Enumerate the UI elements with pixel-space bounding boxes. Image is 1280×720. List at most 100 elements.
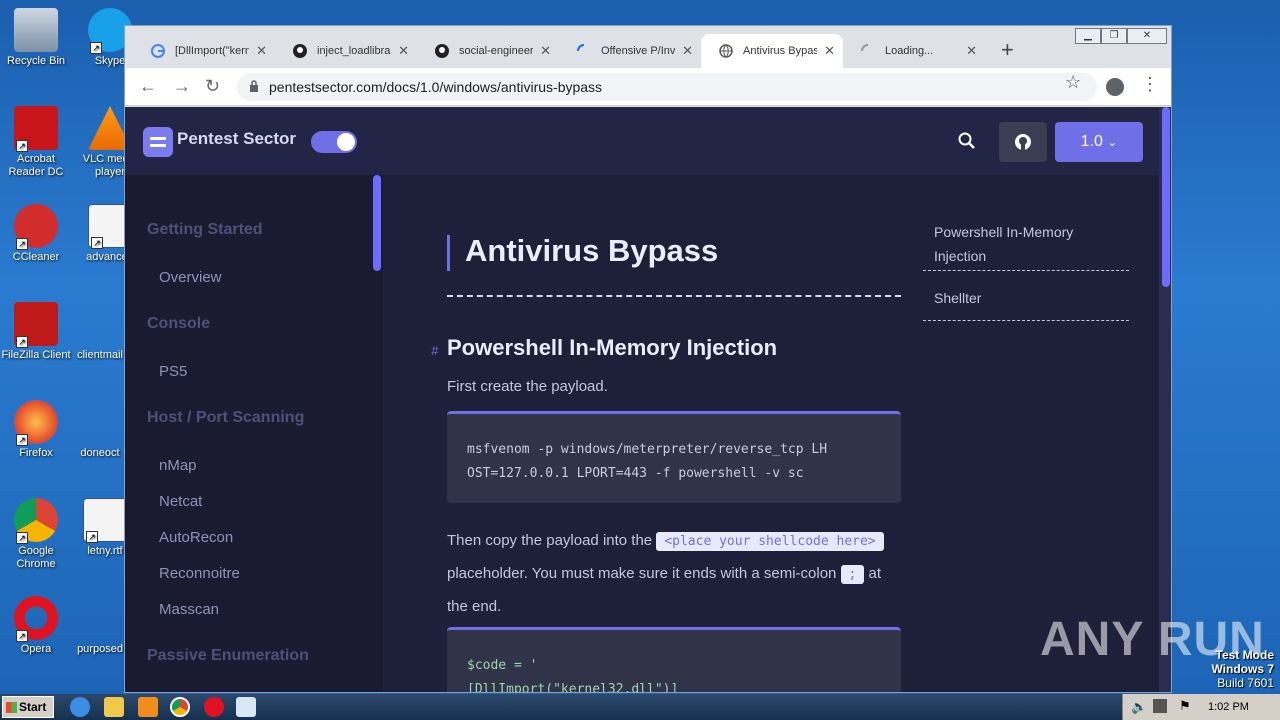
toc-item-shellter[interactable]: Shellter [923, 283, 1129, 321]
tab-social-engineer[interactable]: social-engineer- ✕ [417, 34, 559, 68]
firefox-icon: ↗ [14, 400, 58, 446]
desktop-icon-label: CCleaner [12, 251, 60, 263]
sidebar-section-console: Console [147, 315, 211, 332]
tab-dllimport[interactable]: [DllImport("kerne ✕ [133, 34, 275, 68]
desktop-icon-firefox[interactable]: ↗ Firefox [1, 400, 71, 460]
code-block-powershell[interactable]: $code = ' [DllImport("kernel32.dll")] [447, 627, 901, 692]
media-player-icon[interactable] [138, 697, 158, 717]
github-button[interactable] [999, 122, 1047, 162]
tab-label: inject_loadlibrar [317, 45, 391, 57]
close-window-button[interactable]: ✕ [1127, 28, 1167, 44]
sidebar-item-masscan[interactable]: Masscan [159, 601, 219, 618]
desktop-icon-label: FileZilla Client [1, 349, 71, 361]
file-icon [78, 400, 122, 444]
github-icon [1015, 134, 1031, 150]
notepad-icon[interactable] [236, 697, 256, 717]
maximize-button[interactable]: ❐ [1101, 28, 1127, 44]
address-bar[interactable]: pentestsector.com/docs/1.0/windows/antiv… [237, 73, 1097, 101]
paragraph-text: Then copy the payload into the [447, 532, 657, 549]
tab-inject-loadlibrary[interactable]: inject_loadlibrar ✕ [275, 34, 417, 68]
start-button[interactable]: Start [2, 696, 54, 718]
acrobat-icon: ↗ [14, 106, 58, 152]
sidebar-section-host-port-scanning: Host / Port Scanning [147, 409, 305, 426]
internet-explorer-icon[interactable] [70, 697, 90, 717]
desktop-icon-opera[interactable]: ↗ Opera [1, 596, 71, 656]
close-icon[interactable]: ✕ [966, 34, 977, 68]
menu-kebab-icon[interactable]: ⋮ [1141, 74, 1159, 95]
desktop-icon-ccleaner[interactable]: ↗ CCleaner [1, 204, 71, 264]
account-icon[interactable] [1106, 78, 1124, 96]
theme-toggle[interactable] [311, 131, 357, 153]
forward-button[interactable]: → [173, 76, 191, 97]
loading-icon [577, 44, 585, 52]
close-icon[interactable]: ✕ [540, 34, 551, 68]
section-heading: Powershell In-Memory Injection [447, 335, 778, 360]
network-icon[interactable] [1153, 699, 1167, 713]
taskbar: Start 🔈 ⚑ 1:02 PM [0, 694, 1280, 720]
close-icon[interactable]: ✕ [398, 34, 409, 68]
tab-offensive-pinvoke[interactable]: Offensive P/Invo ✕ [559, 34, 701, 68]
browser-toolbar: ← → ↻ pentestsector.com/docs/1.0/windows… [125, 68, 1171, 106]
clock[interactable]: 1:02 PM [1208, 694, 1249, 720]
sidebar-section-passive-enumeration: Passive Enumeration [147, 647, 309, 664]
volume-icon[interactable]: 🔈 [1131, 699, 1147, 715]
desktop-icon-acrobat[interactable]: ↗ Acrobat Reader DC [1, 106, 71, 179]
minimize-button[interactable]: ▁ [1075, 28, 1101, 44]
bookmark-star-icon[interactable]: ☆ [1065, 72, 1081, 93]
chrome-icon[interactable] [170, 697, 190, 717]
new-tab-button[interactable]: + [1001, 38, 1014, 62]
sidebar-item-overview[interactable]: Overview [159, 269, 222, 286]
close-icon[interactable]: ✕ [256, 34, 267, 68]
lock-icon [250, 80, 258, 92]
tab-label: Offensive P/Invo [601, 45, 675, 57]
paragraph-text: placeholder. You must make sure it ends … [447, 565, 841, 582]
search-icon[interactable] [957, 131, 977, 151]
inline-code-semicolon: ; [840, 565, 865, 584]
tab-label: [DllImport("kerne [175, 45, 249, 57]
tab-strip: [DllImport("kerne ✕ inject_loadlibrar ✕ … [125, 26, 1171, 68]
desktop-icon-chrome[interactable]: ↗ Google Chrome [1, 498, 71, 571]
folder-icon[interactable] [104, 697, 124, 717]
close-icon[interactable]: ✕ [824, 34, 835, 68]
site-logo-icon[interactable] [143, 127, 173, 157]
tab-label: Loading... [885, 45, 934, 57]
sidebar-item-ps5[interactable]: PS5 [159, 363, 187, 380]
github-icon [435, 44, 449, 58]
tab-antivirus-bypass[interactable]: Antivirus Bypass ✕ [701, 34, 843, 68]
test-mode-text: Test Mode Windows 7 Build 7601 [1211, 648, 1274, 690]
toc-item-powershell[interactable]: Powershell In-Memory Injection [923, 217, 1129, 271]
desktop-icon-label: Acrobat Reader DC [8, 153, 64, 178]
desktop-icon-label: Opera [20, 643, 52, 655]
site-brand[interactable]: Pentest Sector [177, 129, 296, 149]
anchor-link[interactable]: # [431, 343, 438, 358]
close-icon[interactable]: ✕ [682, 34, 693, 68]
page-scrollbar[interactable] [1159, 107, 1171, 692]
version-label: 1.0 [1080, 133, 1103, 150]
sidebar-item-reconnoitre[interactable]: Reconnoitre [159, 565, 240, 582]
page-title: Antivirus Bypass [465, 233, 719, 268]
sidebar-item-netcat[interactable]: Netcat [159, 493, 202, 510]
inline-code-placeholder: <place your shellcode here> [656, 532, 884, 551]
desktop-icon-recycle-bin[interactable]: Recycle Bin [1, 8, 71, 68]
ccleaner-icon: ↗ [14, 204, 58, 250]
desktop-icon-label: Google Chrome [16, 545, 56, 570]
reload-button[interactable]: ↻ [205, 76, 220, 97]
file-icon [78, 596, 122, 640]
version-dropdown[interactable]: 1.0 ⌄ [1055, 122, 1143, 162]
file-icon [78, 302, 122, 346]
code-block-msfvenom[interactable]: msfvenom -p windows/meterpreter/reverse_… [447, 411, 901, 503]
desktop-icon-label: Recycle Bin [6, 55, 66, 67]
sidebar-item-autorecon[interactable]: AutoRecon [159, 529, 233, 546]
opera-icon[interactable] [204, 697, 224, 717]
system-tray: 🔈 ⚑ [1122, 694, 1280, 720]
site-header: Pentest Sector 1.0 ⌄ [125, 107, 1159, 175]
sidebar-scrollbar[interactable] [373, 175, 381, 271]
desktop-icon-label: Firefox [19, 447, 53, 459]
sidebar-item-nmap[interactable]: nMap [159, 457, 197, 474]
globe-icon [719, 44, 733, 58]
recycle-bin-icon [14, 8, 58, 52]
tab-loading[interactable]: Loading... ✕ [843, 34, 985, 68]
back-button[interactable]: ← [139, 76, 157, 97]
action-center-flag-icon[interactable]: ⚑ [1179, 698, 1191, 714]
desktop-icon-filezilla[interactable]: ↗ FileZilla Client [1, 302, 71, 362]
